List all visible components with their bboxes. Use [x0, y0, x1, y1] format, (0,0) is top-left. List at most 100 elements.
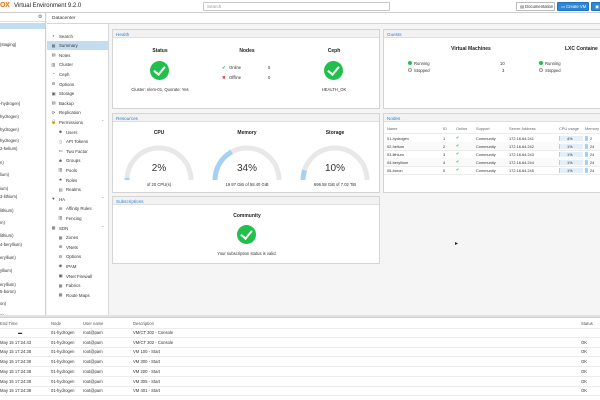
- menu-item-realms[interactable]: ▤ Realms: [47, 185, 108, 195]
- col-node[interactable]: Node: [51, 321, 61, 326]
- lxc-running-dot-icon: [539, 61, 543, 65]
- tree-node[interactable]: ium): [0, 186, 8, 191]
- chevron-up-icon[interactable]: ⌃: [101, 119, 104, 124]
- node-id: 1: [443, 135, 446, 141]
- node-cpu-usage: 4%: [567, 135, 573, 141]
- tree-node[interactable]: (staging): [0, 42, 16, 47]
- nodes-col-header[interactable]: Online: [456, 126, 467, 131]
- node-name[interactable]: 01-hydrogen: [387, 136, 409, 141]
- menu-item-affinity-rules[interactable]: ⊞ Affinity Rules: [47, 204, 108, 214]
- search-input[interactable]: Search: [203, 2, 390, 11]
- menu-item-label: IPAM: [66, 263, 77, 269]
- menu-item-search[interactable]: ⌕ Search: [47, 31, 108, 41]
- task-status: OK: [581, 349, 588, 355]
- menu-item-backup[interactable]: ▤ Backup: [47, 98, 108, 108]
- menu-item-options[interactable]: ⚙ Options: [47, 252, 108, 262]
- menu-item-ha[interactable]: ♥ HA ⌃: [47, 194, 108, 204]
- tree-node[interactable]: lithium): [0, 233, 14, 238]
- chevron-up-icon[interactable]: ⌃: [101, 196, 104, 201]
- menu-item-route-maps[interactable]: ▦ Route Maps: [47, 290, 108, 300]
- menu-item-replication[interactable]: ⟳ Replication: [47, 108, 108, 118]
- menu-item-label: Fencing: [66, 215, 82, 221]
- menu-item-cluster[interactable]: ▥ Cluster: [47, 60, 108, 70]
- node-name[interactable]: 05-boron: [387, 168, 403, 173]
- tree-node[interactable]: lium): [0, 172, 9, 177]
- menu-item-roles[interactable]: ★ Roles: [47, 175, 108, 185]
- datacenter-title: Datacenter: [52, 16, 76, 21]
- documentation-button[interactable]: ▤ Documentation: [516, 2, 555, 11]
- tree-node[interactable]: m): [0, 220, 5, 225]
- col-user[interactable]: User name: [83, 321, 103, 326]
- nodes-col-header[interactable]: CPU usage: [559, 126, 579, 131]
- menu-item-groups[interactable]: ☻ Groups: [47, 156, 108, 166]
- tree-node[interactable]: 4-beryllium): [0, 242, 22, 247]
- menu-item-vnets[interactable]: ⊞ VNets: [47, 242, 108, 252]
- nodes-col-header[interactable]: Name: [387, 126, 397, 131]
- tree-node[interactable]: hydrogen): [0, 114, 19, 119]
- vm-running-label: Running: [414, 61, 430, 66]
- node-name[interactable]: 04-beryllium: [387, 160, 408, 165]
- tree-node[interactable]: on): [0, 301, 6, 306]
- tree-node[interactable]: eryllium): [0, 282, 16, 287]
- memory-label: Memory: [237, 130, 257, 136]
- menu-item-users[interactable]: ☻ Users: [47, 127, 108, 137]
- menu-item-two-factor[interactable]: ▭ Two Factor: [47, 146, 108, 156]
- menu-item-zones[interactable]: ▦ Zones: [47, 233, 108, 243]
- nodes-col-header[interactable]: ID: [443, 126, 447, 131]
- menu-item-vnet-firewall[interactable]: ▣ VNet Firewall: [47, 271, 108, 281]
- tree-node[interactable]: 2-helium): [0, 146, 17, 151]
- vm-running-count: 10: [500, 61, 505, 66]
- menu-icon: ▥: [58, 167, 63, 173]
- tree-node[interactable]: hydrogen): [0, 138, 19, 143]
- menu-item-sdn[interactable]: ▦ SDN ⌃: [47, 223, 108, 233]
- tree-node[interactable]: hydrogen): [0, 127, 19, 132]
- task-description[interactable]: VM 200 - Start: [133, 369, 160, 374]
- menu-item-storage[interactable]: ▣ Storage: [47, 89, 108, 99]
- create-ct-button[interactable]: ▣ Cr: [591, 2, 600, 11]
- tree-node[interactable]: eryllium): [0, 255, 16, 260]
- menu-item-notes[interactable]: ▤ Notes: [47, 50, 108, 60]
- col-end-time[interactable]: End Time: [0, 321, 18, 326]
- gear-icon[interactable]: ⚙: [38, 14, 42, 20]
- node-name[interactable]: 02-helium: [387, 144, 404, 149]
- task-description[interactable]: VM/CT 302 - Console: [133, 330, 173, 335]
- menu-item-options[interactable]: ⚙ Options: [47, 79, 108, 89]
- menu-item-api-tokens[interactable]: ▯ API Tokens: [47, 137, 108, 147]
- menu-item-pools[interactable]: ▥ Pools: [47, 165, 108, 175]
- chevron-up-icon[interactable]: ⌃: [101, 225, 104, 230]
- nodes-col-header[interactable]: Memory: [585, 126, 599, 131]
- col-description[interactable]: Description: [133, 321, 154, 326]
- task-end-time: May 15 17:24:43: [0, 339, 32, 345]
- menu-icon: ★: [58, 177, 63, 182]
- nodes-col-header[interactable]: Support: [476, 126, 490, 131]
- menu-item-summary[interactable]: ▦ Summary: [47, 40, 108, 51]
- menu-item-ceph[interactable]: ◔ Ceph: [47, 69, 108, 79]
- tree-node[interactable]: n): [0, 160, 4, 165]
- node-id: 2: [443, 143, 446, 149]
- task-log[interactable]: End Time Node User name Description Stat…: [0, 317, 600, 400]
- task-description[interactable]: VM 300 - Start: [133, 359, 160, 364]
- menu-item-fencing[interactable]: ▥ Fencing: [47, 213, 108, 223]
- task-description[interactable]: VM/CT 302 - Console: [133, 340, 173, 345]
- tree-node[interactable]: yllium): [0, 268, 12, 273]
- menu-icon: 🔒: [51, 119, 57, 125]
- node-name[interactable]: 03-lithium: [387, 152, 404, 157]
- resource-tree[interactable]: ⚙ (staging) -hydrogen) hydrogen) hydrogen) h…: [0, 13, 46, 315]
- cpu-percent: 2%: [151, 163, 167, 174]
- col-status[interactable]: Status: [581, 321, 593, 326]
- task-description[interactable]: VM 305 - Start: [133, 379, 160, 384]
- task-description[interactable]: VM 100 - Start: [133, 349, 160, 354]
- tree-node[interactable]: -hydrogen): [0, 101, 20, 106]
- tree-node[interactable]: lithium): [0, 208, 14, 213]
- menu-item-ipam[interactable]: ◉ IPAM: [47, 261, 108, 271]
- create-vm-button[interactable]: ▭ Create VM: [557, 2, 589, 11]
- tree-node[interactable]: 3-lithium): [0, 194, 17, 199]
- menu-item-fabrics[interactable]: ▦ Fabrics: [47, 281, 108, 291]
- menu-item-permissions[interactable]: 🔒 Permissions ⌃: [47, 117, 108, 127]
- tree-selected-row[interactable]: [0, 23, 45, 29]
- lxc-stopped-label: Stopped: [545, 68, 561, 73]
- task-description[interactable]: VM 401 - Start: [133, 388, 160, 393]
- nodes-col-header[interactable]: Server Address: [509, 126, 536, 131]
- tree-node[interactable]: 5-boron): [0, 289, 16, 294]
- task-user: root@pam: [83, 339, 103, 345]
